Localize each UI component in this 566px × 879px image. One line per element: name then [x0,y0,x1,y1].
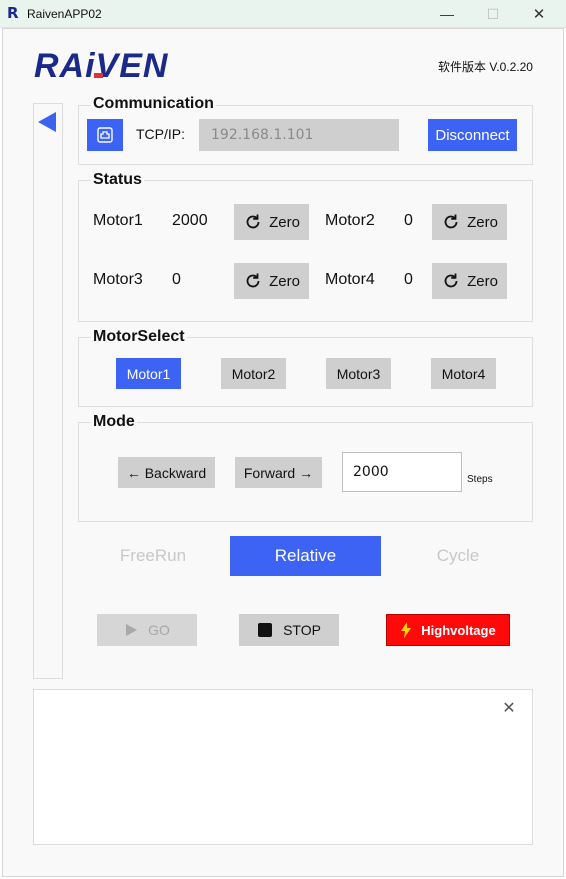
log-panel [33,689,533,845]
app-icon: R [7,4,19,22]
motor4-zero-button[interactable]: Zero [432,263,507,299]
window-title: RaivenAPP02 [27,7,102,21]
tab-cycle[interactable]: Cycle [385,536,531,576]
tab-freerun[interactable]: FreeRun [80,536,226,576]
network-settings-button[interactable] [87,119,123,151]
collapse-arrow-icon[interactable] [38,112,56,132]
maximize-button[interactable]: ☐ [470,2,516,26]
lightning-icon [401,622,412,638]
raiven-logo: RAiVEN [34,47,168,83]
motor4-value: 0 [404,271,413,288]
motor3-zero-button[interactable]: Zero [234,263,309,299]
motor2-value: 0 [404,212,413,229]
network-icon [97,127,113,143]
zero-label: Zero [269,272,300,290]
backward-button[interactable]: ← Backward [118,457,215,488]
highvoltage-button[interactable]: Highvoltage [386,614,510,646]
motor1-label: Motor1 [93,212,143,229]
motor-select-motor4[interactable]: Motor4 [431,358,496,389]
motor1-zero-button[interactable]: Zero [234,204,309,240]
refresh-icon [246,214,260,229]
motor3-label: Motor3 [93,271,143,288]
motor-select-motor3[interactable]: Motor3 [326,358,391,389]
status-title: Status [91,171,144,189]
motor2-zero-button[interactable]: Zero [432,204,507,240]
motor-select-motor1[interactable]: Motor1 [116,358,181,389]
motor2-label: Motor2 [325,212,375,229]
steps-unit-label: Steps [467,474,493,485]
stop-icon [258,623,273,637]
motor-select-motor2[interactable]: Motor2 [221,358,286,389]
zero-label: Zero [467,213,498,231]
side-panel [33,103,63,679]
tcp-ip-label: TCP/IP: [136,126,186,142]
motor4-label: Motor4 [325,271,375,288]
disconnect-button[interactable]: Disconnect [428,119,517,151]
motor-select-title: MotorSelect [91,328,187,346]
tab-relative[interactable]: Relative [230,536,381,576]
communication-title: Communication [91,95,216,113]
go-label: GO [148,622,170,638]
refresh-icon [444,273,458,288]
window-title-bar: R RaivenAPP02 — ☐ ✕ [0,0,566,28]
close-button[interactable]: ✕ [516,2,562,26]
minimize-button[interactable]: — [424,2,470,26]
steps-input[interactable]: 2000 [342,452,462,492]
zero-label: Zero [269,213,300,231]
highvoltage-label: Highvoltage [421,622,496,638]
motor3-value: 0 [172,271,181,288]
ip-address-input[interactable]: 192.168.1.101 [199,119,399,151]
status-group [78,180,533,322]
stop-label: STOP [283,622,321,638]
log-close-icon[interactable]: ✕ [501,698,517,718]
zero-label: Zero [467,272,498,290]
software-version: 软件版本 V.0.2.20 [438,60,533,74]
play-icon [126,624,138,636]
refresh-icon [246,273,260,288]
stop-button[interactable]: STOP [239,614,339,646]
go-button[interactable]: GO [97,614,197,646]
mode-title: Mode [91,413,137,431]
refresh-icon [444,214,458,229]
forward-button[interactable]: Forward → [235,457,322,488]
motor1-value: 2000 [172,212,208,229]
